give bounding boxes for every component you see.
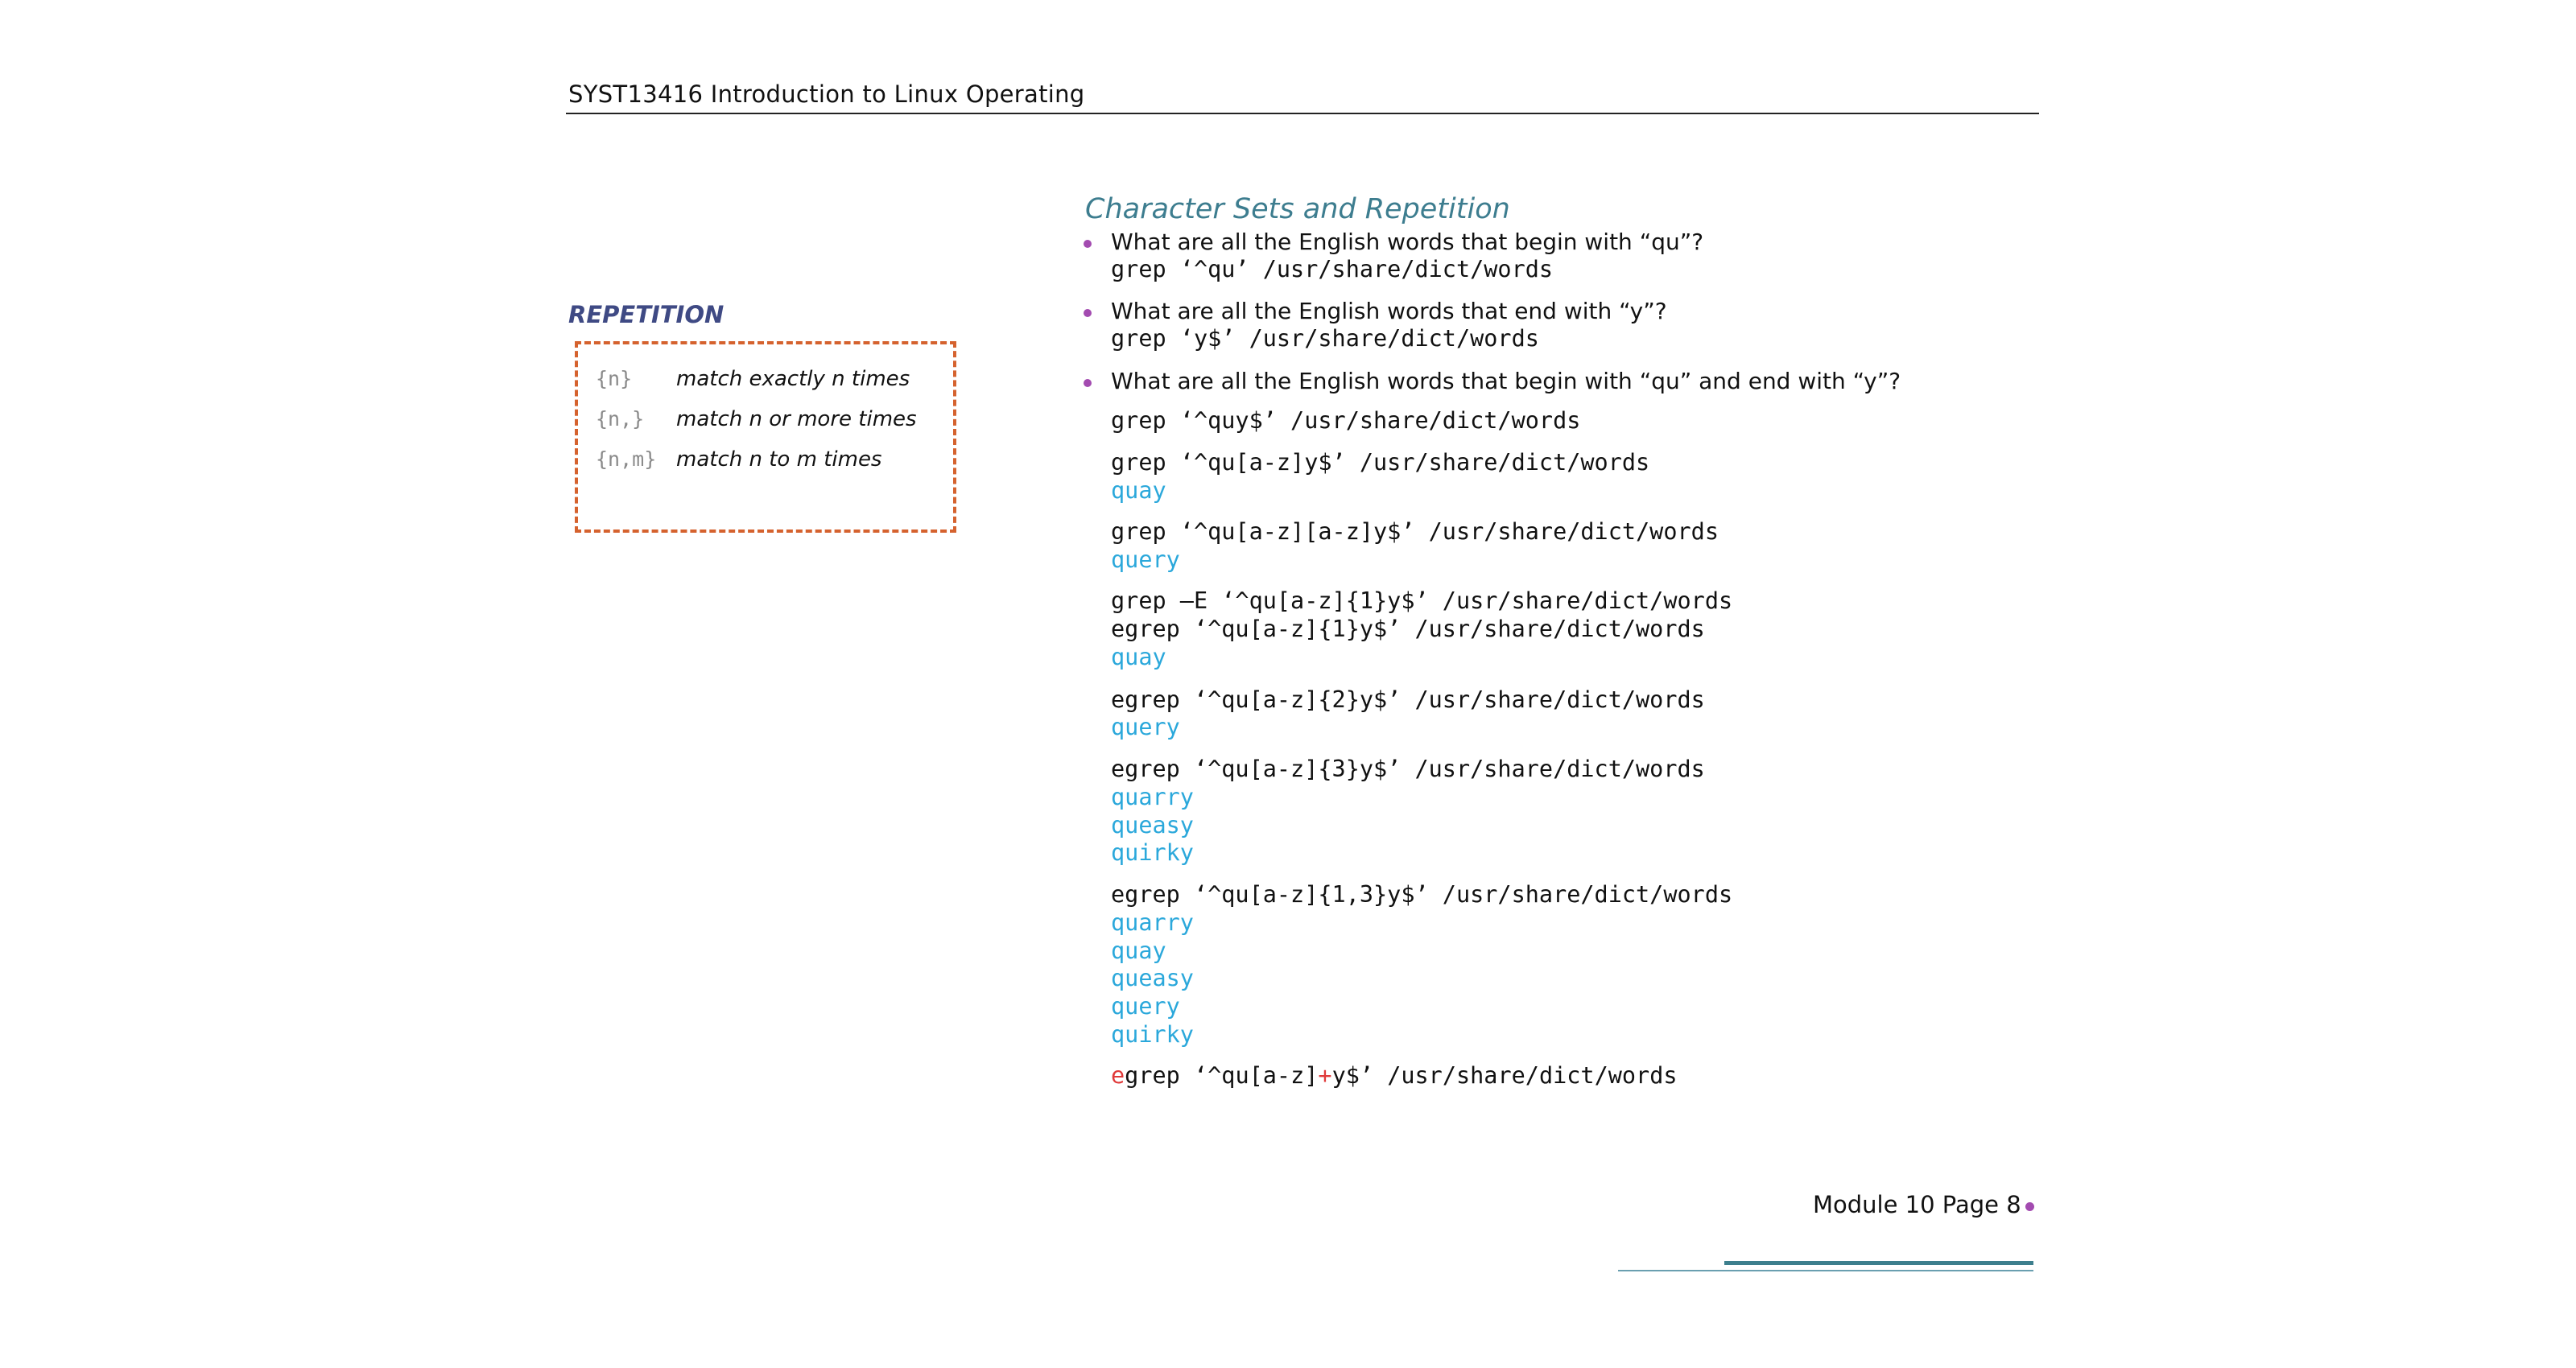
output-line: quarry [1111,909,1194,936]
repetition-desc: match n to m times [676,447,882,472]
output-line: queasy [1111,965,1194,991]
output-line: quirky [1111,839,1194,866]
command-line: egrep ‘^qu[a-z]{3}y$’ /usr/share/dict/wo… [1111,756,1705,782]
footer-divider [1724,1261,2033,1265]
command-line: grep ‘^quy$’ /usr/share/dict/words [1111,407,1581,434]
bullet-icon [2025,1202,2034,1211]
command-line: grep –E ‘^qu[a-z]{1}y$’ /usr/share/dict/… [1111,587,1733,614]
header-divider [566,113,2039,114]
repetition-code: {n,} [596,407,645,431]
output-line: quay [1111,937,1166,964]
section-title: Character Sets and Repetition [1085,193,1510,225]
output-line: query [1111,993,1180,1020]
repetition-code: {n,m} [596,447,657,471]
output-line: quay [1111,644,1166,670]
bullet-icon [1084,309,1092,317]
repetition-desc: match n or more times [676,407,917,431]
output-line: quarry [1111,784,1194,810]
repetition-desc: match exactly n times [676,367,910,391]
bullet-icon [1084,379,1092,387]
repetition-box: {n} match exactly n times {n,} match n o… [575,341,956,533]
repetition-code: {n} [596,367,633,390]
question-3: What are all the English words that begi… [1111,368,1901,394]
command-line: grep ‘^qu[a-z][a-z]y$’ /usr/share/dict/w… [1111,518,1719,545]
command-line: grep ‘^qu’ /usr/share/dict/words [1111,256,1554,282]
command-part: y$’ /usr/share/dict/words [1331,1062,1678,1089]
footer-divider [1618,1270,2033,1271]
command-line: grep ‘^qu[a-z]y$’ /usr/share/dict/words [1111,449,1650,476]
page-number-label: Module 10 Page 8 [1813,1191,2021,1218]
question-1: What are all the English words that begi… [1111,229,1704,255]
highlight-plus: + [1318,1062,1332,1089]
output-line: query [1111,546,1180,573]
command-part: grep ‘^qu[a-z] [1125,1062,1319,1089]
output-line: quirky [1111,1021,1194,1048]
document-header-title: SYST13416 Introduction to Linux Operatin… [568,80,1085,108]
highlight-e: e [1111,1062,1125,1089]
command-line: egrep ‘^qu[a-z]{1}y$’ /usr/share/dict/wo… [1111,616,1705,642]
output-line: queasy [1111,812,1194,839]
bullet-icon [1084,240,1092,248]
output-line: query [1111,714,1180,740]
output-line: quay [1111,477,1166,504]
question-2: What are all the English words that end … [1111,298,1667,324]
command-line: egrep ‘^qu[a-z]+y$’ /usr/share/dict/word… [1111,1062,1678,1089]
command-line: grep ‘y$’ /usr/share/dict/words [1111,325,1539,352]
command-line: egrep ‘^qu[a-z]{1,3}y$’ /usr/share/dict/… [1111,881,1733,908]
repetition-heading: REPETITION [568,301,724,328]
command-line: egrep ‘^qu[a-z]{2}y$’ /usr/share/dict/wo… [1111,686,1705,713]
